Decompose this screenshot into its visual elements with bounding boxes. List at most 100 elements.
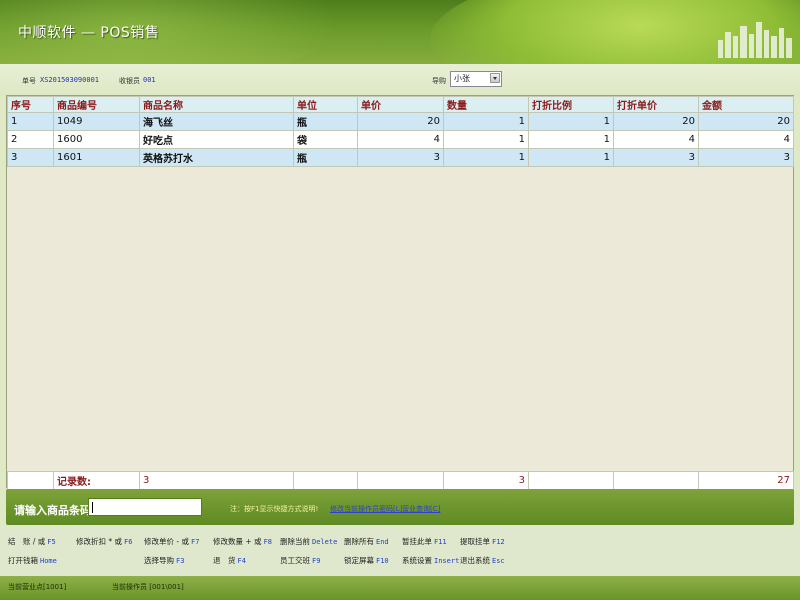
shortcut-delete-all[interactable]: 删除所有 End <box>344 536 389 547</box>
shortcut-panel: 结 账 / 或 F5 修改折扣 * 或 F6 修改单价 - 或 F7 修改数量 + 或… <box>0 526 800 576</box>
total-qty-value: 3 <box>443 471 529 490</box>
status-store: 当前营业点[1001] <box>8 583 67 591</box>
title-banner: 中顺软件 — POS销售 <box>0 0 800 64</box>
cell-unit: 瓶 <box>293 148 358 167</box>
shortcut-key: End <box>376 538 389 546</box>
cell-unit: 瓶 <box>293 112 358 131</box>
cell-discount: 1 <box>528 148 614 167</box>
cell-amount: 3 <box>698 148 794 167</box>
shortcut-return[interactable]: 退 货 F4 <box>213 555 246 566</box>
chevron-down-icon[interactable] <box>490 73 500 83</box>
shortcut-key: F12 <box>492 538 505 546</box>
guide-select[interactable]: 小张 <box>450 71 502 87</box>
cell-code: 1049 <box>53 112 140 131</box>
shortcut-label: 退 货 <box>213 556 236 565</box>
cell-disc-price: 3 <box>613 148 699 167</box>
cashier-value: 001 <box>143 76 156 84</box>
shortcut-label: 系统设置 <box>402 556 432 565</box>
table-row[interactable]: 1 1049 海飞丝 瓶 20 1 1 20 20 <box>7 112 794 131</box>
column-header-qty[interactable]: 数量 <box>443 96 529 113</box>
summary-empty <box>357 471 444 490</box>
order-no-value: XS201503090001 <box>40 76 100 84</box>
shortcut-key: F11 <box>434 538 447 546</box>
cell-name: 好吃点 <box>139 130 294 149</box>
shortcut-label: 暂挂此单 <box>402 537 432 546</box>
column-header-code[interactable]: 商品编号 <box>53 96 140 113</box>
cell-discount: 1 <box>528 112 614 131</box>
cell-code: 1600 <box>53 130 140 149</box>
shortcut-hint: 注：按F1显示快捷方式说明! <box>230 505 319 513</box>
shortcut-key: F4 <box>237 557 246 565</box>
table-row[interactable]: 2 1600 好吃点 袋 4 1 1 4 4 <box>7 130 794 149</box>
shortcut-hold-order[interactable]: 暂挂此单 F11 <box>402 536 447 547</box>
shortcut-price[interactable]: 修改单价 - 或 F7 <box>144 536 199 547</box>
column-header-name[interactable]: 商品名称 <box>139 96 294 113</box>
shortcut-label: 结 账 / 或 <box>8 537 46 546</box>
shortcut-label: 退出系统 <box>460 556 490 565</box>
shortcut-select-guide[interactable]: 选择导购 F3 <box>144 555 184 566</box>
table-row[interactable]: 3 1601 英格苏打水 瓶 3 1 1 3 3 <box>7 148 794 167</box>
sales-grid[interactable]: 序号 商品编号 商品名称 单位 单价 数量 打折比例 打折单价 金额 1 104… <box>6 95 794 490</box>
shortcut-key: Esc <box>492 557 505 565</box>
shortcut-label: 修改折扣 * 或 <box>76 537 123 546</box>
shortcut-label: 修改单价 - 或 <box>144 537 189 546</box>
cell-unit: 袋 <box>293 130 358 149</box>
status-operator: 当前操作员 [001\001] <box>112 583 184 591</box>
column-header-disc-price[interactable]: 打折单价 <box>613 96 699 113</box>
cell-disc-price: 20 <box>613 112 699 131</box>
shortcut-shift-handover[interactable]: 员工交班 F9 <box>280 555 320 566</box>
barcode-bar: 请输入商品条码 注：按F1显示快捷方式说明! 修改当前操作员密码[L] 营业查询… <box>6 489 794 525</box>
order-header: 单号 XS201503090001 收银员 001 导购 小张 <box>0 64 800 96</box>
shortcut-label: 选择导购 <box>144 556 174 565</box>
barcode-input[interactable] <box>88 498 202 516</box>
barcode-label: 请输入商品条码 <box>14 504 91 517</box>
shortcut-lock-screen[interactable]: 锁定屏幕 F10 <box>344 555 389 566</box>
shortcut-exit[interactable]: 退出系统 Esc <box>460 555 505 566</box>
column-header-seq[interactable]: 序号 <box>7 96 54 113</box>
cell-seq: 1 <box>7 112 54 131</box>
cell-discount: 1 <box>528 130 614 149</box>
shortcut-key: F6 <box>124 538 133 546</box>
shortcut-key: F5 <box>47 538 56 546</box>
shortcut-checkout[interactable]: 结 账 / 或 F5 <box>8 536 56 547</box>
shortcut-label: 删除当前 <box>280 537 310 546</box>
column-header-amount[interactable]: 金额 <box>698 96 794 113</box>
shortcut-key: Home <box>40 557 57 565</box>
cell-amount: 20 <box>698 112 794 131</box>
guide-label: 导购 <box>432 77 446 85</box>
guide-select-value: 小张 <box>454 74 470 83</box>
business-query-link[interactable]: 营业查询[C] <box>402 504 440 514</box>
column-header-unit[interactable]: 单位 <box>293 96 358 113</box>
cell-code: 1601 <box>53 148 140 167</box>
column-header-price[interactable]: 单价 <box>357 96 444 113</box>
cell-name: 海飞丝 <box>139 112 294 131</box>
shortcut-key: F3 <box>176 557 185 565</box>
cell-disc-price: 4 <box>613 130 699 149</box>
shortcut-delete-current[interactable]: 删除当前 Delete <box>280 536 337 547</box>
cashier-label: 收银员 <box>119 77 140 85</box>
shortcut-settings[interactable]: 系统设置 Insert <box>402 555 459 566</box>
status-bar: 当前营业点[1001] 当前操作员 [001\001] <box>0 576 800 600</box>
table-header-row: 序号 商品编号 商品名称 单位 单价 数量 打折比例 打折单价 金额 <box>7 96 794 113</box>
change-password-link[interactable]: 修改当前操作员密码[L] <box>330 504 402 514</box>
cell-price: 20 <box>357 112 444 131</box>
cell-amount: 4 <box>698 130 794 149</box>
record-count-value: 3 <box>139 471 294 490</box>
shortcut-discount[interactable]: 修改折扣 * 或 F6 <box>76 536 132 547</box>
cell-name: 英格苏打水 <box>139 148 294 167</box>
summary-empty <box>613 471 699 490</box>
shortcut-open-drawer[interactable]: 打开钱箱 Home <box>8 555 57 566</box>
shortcut-quantity[interactable]: 修改数量 + 或 F8 <box>213 536 272 547</box>
cell-price: 3 <box>357 148 444 167</box>
cell-qty: 1 <box>443 112 529 131</box>
total-amount-value: 27 <box>698 471 794 490</box>
summary-empty <box>7 471 54 490</box>
order-no-label: 单号 <box>22 77 36 85</box>
column-header-discount[interactable]: 打折比例 <box>528 96 614 113</box>
shortcut-key: F9 <box>312 557 321 565</box>
cell-seq: 3 <box>7 148 54 167</box>
shortcut-label: 打开钱箱 <box>8 556 38 565</box>
summary-empty <box>293 471 358 490</box>
shortcut-label: 删除所有 <box>344 537 374 546</box>
shortcut-retrieve-order[interactable]: 提取挂单 F12 <box>460 536 505 547</box>
